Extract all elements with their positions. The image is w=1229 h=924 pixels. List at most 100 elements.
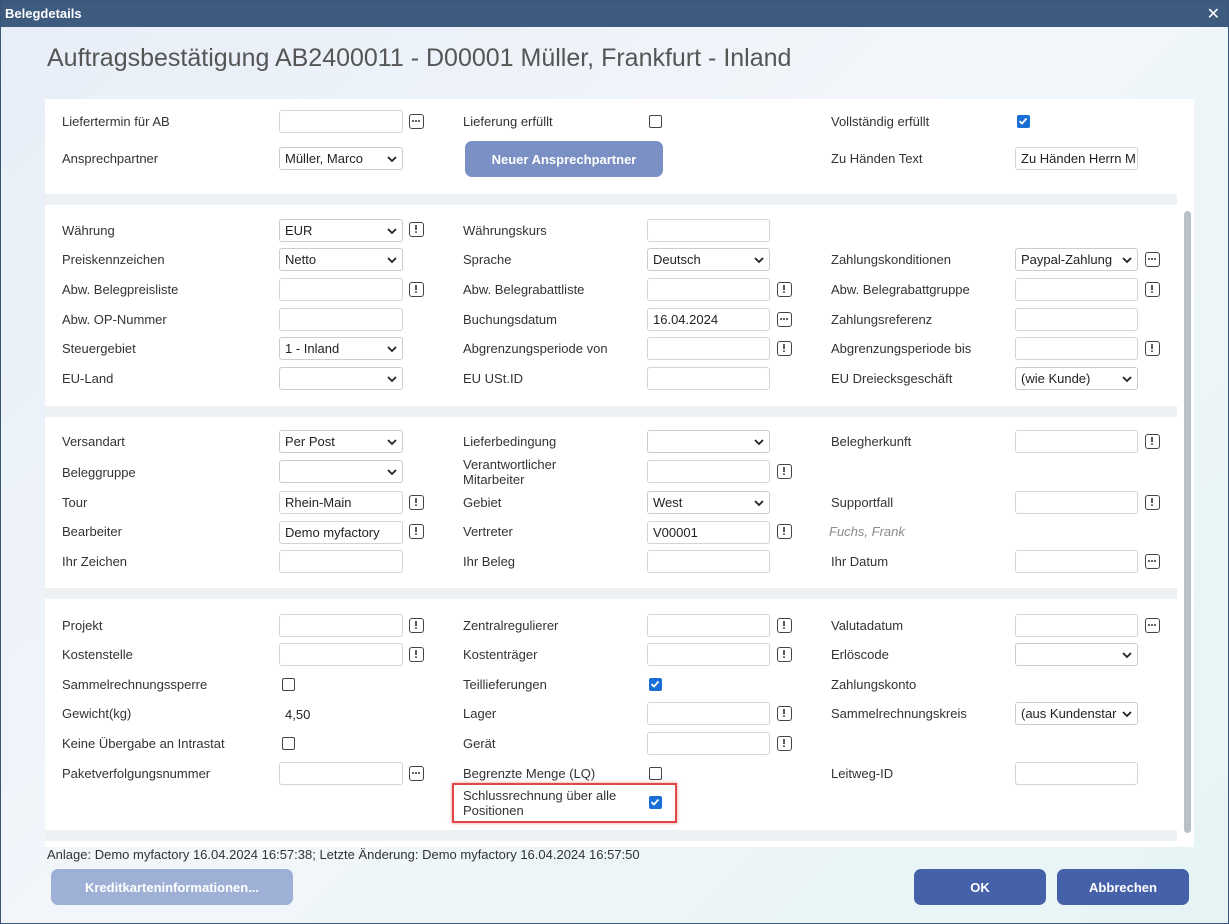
select-value: (wie Kunde) (1021, 371, 1091, 386)
liefertermin-input[interactable] (279, 110, 403, 133)
preiskennzeichen-select[interactable]: Netto (279, 248, 403, 271)
info-icon[interactable] (409, 222, 424, 237)
kreditkarten-button[interactable]: Kreditkarteninformationen... (51, 869, 293, 905)
abw-belegrabattgruppe-input[interactable] (1015, 278, 1138, 301)
details-panel (45, 99, 1194, 847)
info-icon[interactable] (777, 524, 792, 539)
info-icon[interactable] (777, 618, 792, 633)
more-icon[interactable] (1145, 554, 1160, 569)
gebiet-select[interactable]: West (647, 491, 770, 514)
zu-haenden-label: Zu Händen Text (831, 151, 923, 166)
info-icon[interactable] (1145, 341, 1160, 356)
lieferbedingung-select[interactable] (647, 430, 770, 453)
vertreter-name: Fuchs, Frank (829, 524, 905, 539)
close-icon[interactable]: ✕ (1207, 4, 1220, 24)
ihr-zeichen-input[interactable] (279, 550, 403, 573)
abw-belegrabattliste-input[interactable] (647, 278, 770, 301)
ansprechpartner-select[interactable]: Müller, Marco (279, 147, 403, 170)
sammelrechnungssperre-checkbox[interactable] (282, 678, 295, 691)
kostenstelle-label: Kostenstelle (62, 647, 133, 662)
info-icon[interactable] (777, 706, 792, 721)
neuer-ansprechpartner-button[interactable]: Neuer Ansprechpartner (465, 141, 663, 177)
zentralregulierer-label: Zentralregulierer (463, 618, 559, 633)
more-icon[interactable] (409, 766, 424, 781)
info-icon[interactable] (777, 341, 792, 356)
ihr-beleg-input[interactable] (647, 550, 770, 573)
teillieferungen-checkbox[interactable] (649, 678, 662, 691)
info-icon[interactable] (1145, 282, 1160, 297)
chevron-down-icon (386, 343, 398, 355)
tour-input[interactable]: Rhein-Main (279, 491, 403, 514)
more-icon[interactable] (409, 114, 424, 129)
begrenzte-menge-checkbox[interactable] (649, 767, 662, 780)
kostentraeger-input[interactable] (647, 643, 770, 666)
zahlungskonditionen-select[interactable]: Paypal-Zahlung (1015, 248, 1138, 271)
buchungsdatum-input[interactable]: 16.04.2024 (647, 308, 770, 331)
info-icon[interactable] (777, 282, 792, 297)
schlussrechnung-checkbox[interactable] (649, 796, 662, 809)
bearbeiter-input[interactable]: Demo myfactory (279, 521, 403, 544)
sammelrechnungskreis-select[interactable]: (aus Kundenstar (1015, 702, 1138, 725)
eu-dreiecksgeschaeft-select[interactable]: (wie Kunde) (1015, 367, 1138, 390)
verantwortlicher-input[interactable] (647, 460, 770, 483)
select-value: EUR (285, 223, 313, 238)
more-icon[interactable] (777, 312, 792, 327)
info-icon[interactable] (777, 464, 792, 479)
valutadatum-input[interactable] (1015, 614, 1138, 637)
vertical-scrollbar[interactable] (1184, 211, 1191, 833)
info-icon[interactable] (1145, 495, 1160, 510)
zahlungsreferenz-input[interactable] (1015, 308, 1138, 331)
geraet-input[interactable] (647, 732, 770, 755)
eu-land-select[interactable] (279, 367, 403, 390)
info-icon[interactable] (409, 618, 424, 633)
abgrenzung-von-label: Abgrenzungsperiode von (463, 341, 608, 356)
vollstaendig-erfuellt-checkbox[interactable] (1017, 115, 1030, 128)
ihr-datum-input[interactable] (1015, 550, 1138, 573)
ok-button[interactable]: OK (914, 869, 1046, 905)
versandart-select[interactable]: Per Post (279, 430, 403, 453)
gebiet-label: Gebiet (463, 495, 502, 510)
abgrenzung-bis-input[interactable] (1015, 337, 1138, 360)
chevron-down-icon (386, 153, 398, 165)
belegherkunft-input[interactable] (1015, 430, 1138, 453)
projekt-input[interactable] (279, 614, 403, 637)
abgrenzung-von-input[interactable] (647, 337, 770, 360)
info-icon[interactable] (1145, 434, 1160, 449)
abw-op-nummer-input[interactable] (279, 308, 403, 331)
info-icon[interactable] (409, 495, 424, 510)
lieferbedingung-label: Lieferbedingung (463, 434, 557, 449)
eu-land-label: EU-Land (62, 371, 114, 386)
beleggruppe-select[interactable] (279, 460, 403, 483)
keine-uebergabe-label: Keine Übergabe an Intrastat (62, 736, 225, 751)
zu-haenden-input[interactable]: Zu Händen Herrn M (1015, 147, 1138, 170)
select-value: West (653, 495, 683, 510)
audit-info: Anlage: Demo myfactory 16.04.2024 16:57:… (47, 847, 640, 862)
info-icon[interactable] (409, 282, 424, 297)
info-icon[interactable] (409, 647, 424, 662)
waehrungskurs-input[interactable] (647, 219, 770, 242)
info-icon[interactable] (409, 524, 424, 539)
more-icon[interactable] (1145, 618, 1160, 633)
steuergebiet-select[interactable]: 1 - Inland (279, 337, 403, 360)
waehrung-select[interactable]: EUR (279, 219, 403, 242)
keine-uebergabe-checkbox[interactable] (282, 737, 295, 750)
lager-input[interactable] (647, 702, 770, 725)
supportfall-input[interactable] (1015, 491, 1138, 514)
leitweg-id-input[interactable] (1015, 762, 1138, 785)
abw-belegpreisliste-input[interactable] (279, 278, 403, 301)
paketverfolgung-label: Paketverfolgungsnummer (62, 766, 211, 781)
info-icon[interactable] (777, 736, 792, 751)
erloescode-label: Erlöscode (831, 647, 889, 662)
kostenstelle-input[interactable] (279, 643, 403, 666)
ansprechpartner-label: Ansprechpartner (62, 151, 159, 166)
abbrechen-button[interactable]: Abbrechen (1057, 869, 1189, 905)
info-icon[interactable] (777, 647, 792, 662)
vertreter-input[interactable]: V00001 (647, 521, 770, 544)
sprache-select[interactable]: Deutsch (647, 248, 770, 271)
eu-ustid-input[interactable] (647, 367, 770, 390)
more-icon[interactable] (1145, 252, 1160, 267)
lieferung-erfuellt-checkbox[interactable] (649, 115, 662, 128)
zentralregulierer-input[interactable] (647, 614, 770, 637)
erloescode-select[interactable] (1015, 643, 1138, 666)
paketverfolgung-input[interactable] (279, 762, 403, 785)
